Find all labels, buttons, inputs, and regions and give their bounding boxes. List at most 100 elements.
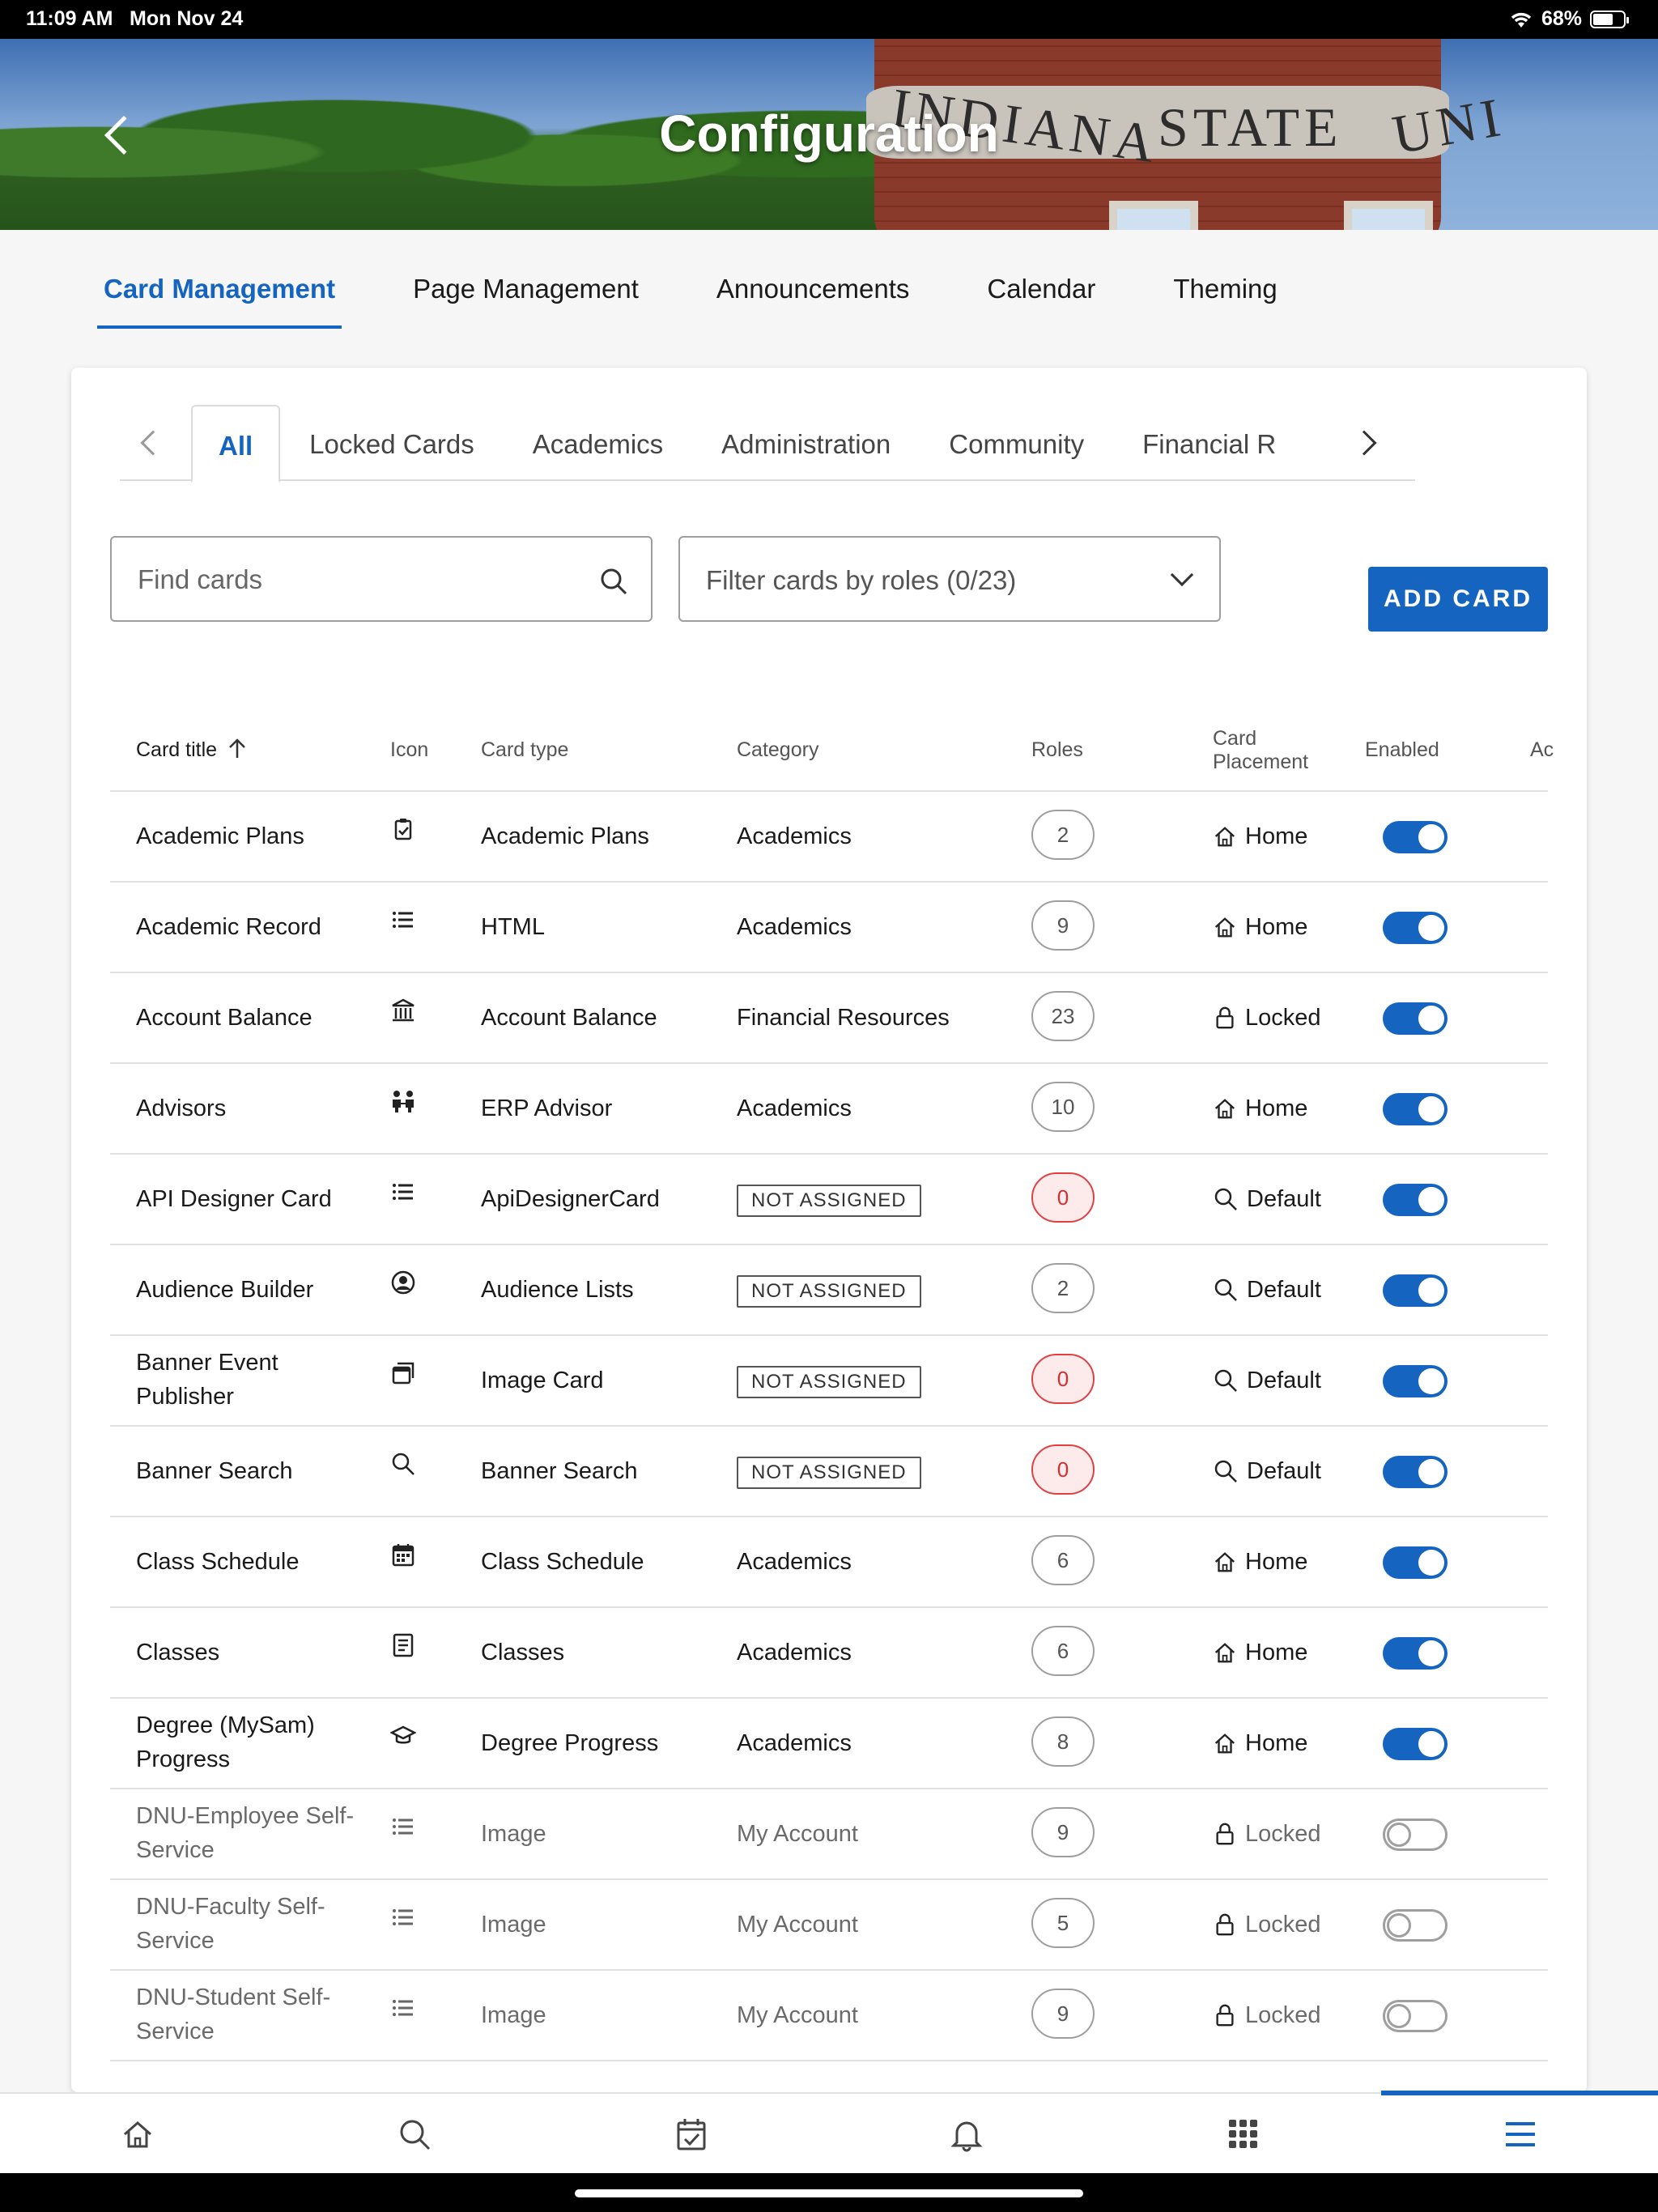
table-row[interactable]: Degree (MySam) Progress Degree Progress Ac… [110, 1699, 1548, 1789]
enabled-toggle[interactable] [1383, 1546, 1448, 1589]
toggle-switch[interactable] [1383, 1819, 1448, 1851]
bell-icon[interactable] [949, 2116, 984, 2152]
table-row[interactable]: EllucianEllucian [110, 2061, 1548, 2092]
tab-theming[interactable]: Theming [1167, 267, 1283, 329]
toggle-switch[interactable] [1383, 1456, 1448, 1488]
add-card-button[interactable]: ADD CARD [1368, 567, 1548, 632]
enabled-toggle[interactable] [1383, 1909, 1448, 1951]
toggle-switch[interactable] [1383, 912, 1448, 944]
home-icon[interactable] [120, 2116, 155, 2152]
header-actions: Ac [1530, 738, 1554, 761]
toggle-switch[interactable] [1383, 1002, 1448, 1035]
card-title: DNU-Faculty Self-Service [136, 1894, 325, 1954]
enabled-toggle[interactable] [1383, 1002, 1448, 1044]
toggle-switch[interactable] [1383, 821, 1448, 853]
roles-count[interactable]: 0 [1031, 1354, 1095, 1404]
card-placement-label: Default [1247, 1277, 1321, 1303]
enabled-toggle[interactable] [1383, 1274, 1448, 1317]
calendar-check-icon[interactable] [674, 2116, 709, 2152]
toggle-switch[interactable] [1383, 1274, 1448, 1307]
header-category: Category [737, 738, 819, 761]
roles-count[interactable]: 9 [1031, 1989, 1095, 2039]
roles-count[interactable]: 0 [1031, 1172, 1095, 1223]
toggle-switch[interactable] [1383, 1728, 1448, 1760]
enabled-toggle[interactable] [1383, 1637, 1448, 1679]
table-row[interactable]: DNU-Student Self-Service Image My Account 9… [110, 1971, 1548, 2061]
table-row[interactable]: Audience Builder Audience Lists NOT ASSIGN… [110, 1245, 1548, 1336]
roles-count[interactable]: 9 [1031, 900, 1095, 951]
roles-count[interactable]: 6 [1031, 1626, 1095, 1676]
tab-calendar[interactable]: Calendar [980, 267, 1102, 329]
search-icon [1213, 1368, 1239, 1393]
header-card-title[interactable]: Card title [136, 738, 247, 762]
tab-card-management[interactable]: Card Management [97, 267, 342, 329]
toggle-switch[interactable] [1383, 1093, 1448, 1125]
roles-count[interactable]: 10 [1031, 1082, 1095, 1132]
tab-page-management[interactable]: Page Management [406, 267, 645, 329]
filter-roles-select[interactable]: Filter cards by roles (0/23) [678, 536, 1221, 622]
roles-count[interactable]: 0 [1031, 1444, 1095, 1495]
enabled-toggle[interactable] [1383, 1365, 1448, 1407]
category-tab-locked-cards[interactable]: Locked Cards [280, 405, 504, 483]
status-date: Mon Nov 24 [130, 7, 244, 30]
apps-grid-icon[interactable] [1226, 2116, 1261, 2152]
table-row[interactable]: Academic Plans Academic Plans Academics 2 Ho… [110, 792, 1548, 883]
table-row[interactable]: Advisors ERP Advisor Academics 10 Home [110, 1064, 1548, 1155]
toggle-switch[interactable] [1383, 1365, 1448, 1397]
toggle-switch[interactable] [1383, 1637, 1448, 1670]
category-tab-administration[interactable]: Administration [692, 405, 920, 483]
enabled-toggle[interactable] [1383, 1184, 1448, 1226]
table-row[interactable]: Class Schedule Class Schedule Academics 6 Ho… [110, 1517, 1548, 1608]
table-row[interactable]: DNU-Faculty Self-Service Image My Account 5… [110, 1880, 1548, 1971]
enabled-toggle[interactable] [1383, 821, 1448, 863]
roles-count[interactable]: 2 [1031, 810, 1095, 860]
card-placement-label: Home [1245, 1640, 1308, 1665]
table-row[interactable]: Banner Search Banner Search NOT ASSIGNED 0 D… [110, 1427, 1548, 1517]
card-title: Class Schedule [136, 1549, 300, 1575]
roles-count[interactable]: 8 [1031, 1716, 1095, 1767]
home-indicator[interactable] [575, 2189, 1083, 2197]
table-row[interactable]: Banner Event Publisher Image Card NOT ASSI… [110, 1336, 1548, 1427]
enabled-toggle[interactable] [1383, 1093, 1448, 1135]
toggle-switch[interactable] [1383, 1546, 1448, 1579]
enabled-toggle[interactable] [1383, 2000, 1448, 2042]
toggle-switch[interactable] [1383, 1184, 1448, 1216]
category-tab-community[interactable]: Community [920, 405, 1113, 483]
search-icon[interactable] [397, 2116, 432, 2152]
menu-icon[interactable] [1503, 2116, 1538, 2152]
table-row[interactable]: API Designer Card ApiDesignerCard NOT ASSI… [110, 1155, 1548, 1245]
enabled-toggle[interactable] [1383, 1456, 1448, 1498]
enabled-toggle[interactable] [1383, 1728, 1448, 1770]
card-type: Academic Plans [481, 823, 649, 849]
table-row[interactable]: Classes Classes Academics 6 Home [110, 1608, 1548, 1699]
tab-announcements[interactable]: Announcements [710, 267, 916, 329]
battery-percent: 68% [1541, 7, 1582, 30]
category-tab-financial-r[interactable]: Financial R [1113, 405, 1305, 483]
enabled-toggle[interactable] [1383, 1819, 1448, 1861]
table-row[interactable]: Academic Record HTML Academics 9 Home [110, 883, 1548, 973]
toggle-switch[interactable] [1383, 1909, 1448, 1942]
find-cards-input[interactable] [138, 562, 575, 598]
roles-count[interactable]: 5 [1031, 1898, 1095, 1948]
roles-count[interactable]: 23 [1031, 991, 1095, 1041]
table-row[interactable]: Account Balance Account Balance Financial … [110, 973, 1548, 1064]
roles-count[interactable]: 9 [1031, 1807, 1095, 1857]
enabled-toggle[interactable] [1383, 912, 1448, 954]
table-row[interactable]: DNU-Employee Self-Service Image My Account… [110, 1789, 1548, 1880]
roles-count[interactable]: 6 [1031, 1535, 1095, 1585]
list-icon [390, 1995, 423, 2027]
roles-count-pill: 0 [1031, 1354, 1095, 1404]
clipboard-check-icon [390, 816, 423, 849]
card-placement-label: Home [1245, 1095, 1308, 1121]
roles-count[interactable]: 2 [1031, 1263, 1095, 1313]
card-placement-label: Home [1245, 1549, 1308, 1575]
toggle-switch[interactable] [1383, 2000, 1448, 2032]
roles-count-pill: 9 [1031, 1807, 1095, 1857]
category-tab-academics[interactable]: Academics [504, 405, 692, 483]
search-icon[interactable] [599, 567, 628, 596]
card-category: Academics [737, 823, 852, 849]
graduation-cap-icon [389, 1723, 423, 1755]
category-tab-all[interactable]: All [191, 405, 281, 483]
card-title: Academic Plans [136, 823, 304, 849]
find-cards-search [110, 536, 653, 622]
